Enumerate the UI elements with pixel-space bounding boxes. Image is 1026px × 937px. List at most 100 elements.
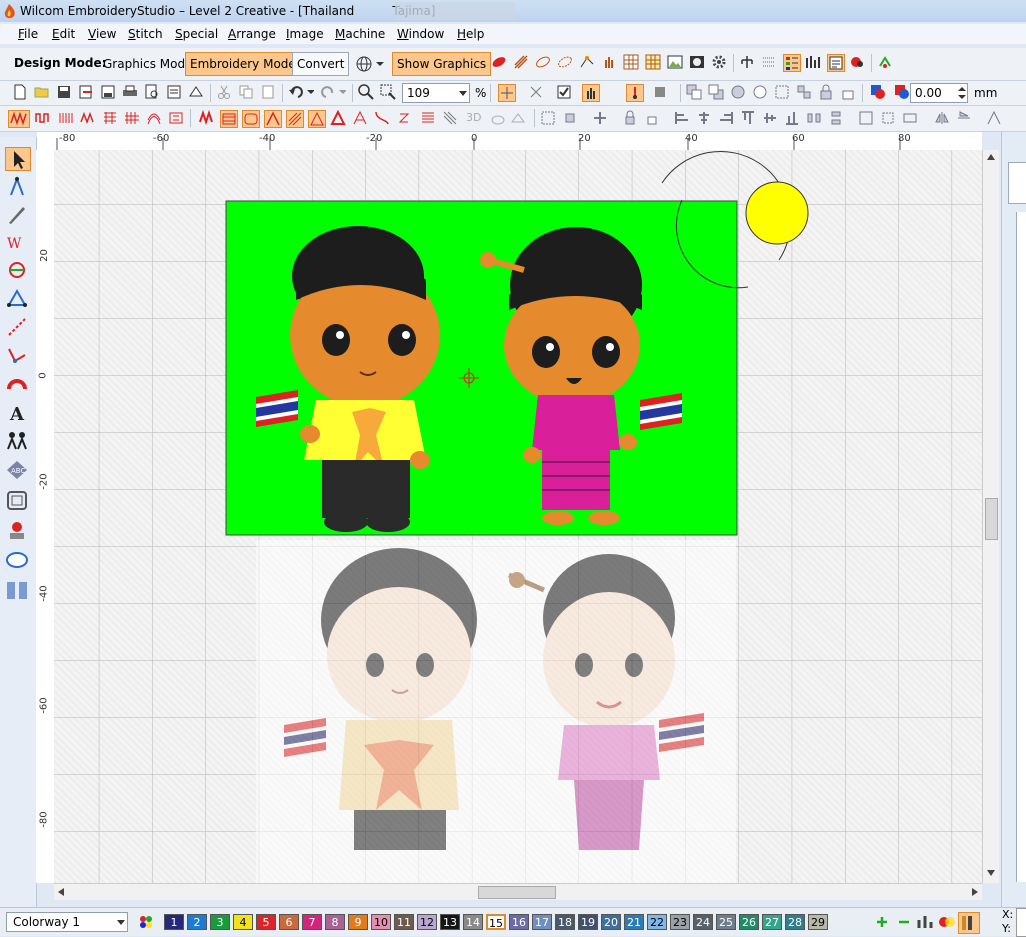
polyline-icon[interactable] — [5, 343, 29, 365]
menu-special[interactable]: Special — [175, 27, 218, 41]
menu-edit[interactable]: Edit — [52, 27, 75, 41]
save-icon[interactable] — [56, 84, 72, 100]
align-1-icon[interactable] — [674, 110, 690, 126]
stitch-pattern-1-icon[interactable] — [8, 110, 30, 128]
color-swatch-17[interactable]: 17 — [532, 914, 552, 930]
ungroup-icon[interactable] — [796, 84, 812, 100]
color-swatch-1[interactable]: 1 — [164, 914, 184, 930]
undo-icon[interactable] — [288, 84, 314, 100]
color-swatch-16[interactable]: 16 — [509, 914, 529, 930]
stitch-pattern-6-icon[interactable] — [124, 110, 140, 126]
vertical-scrollbar[interactable] — [982, 150, 999, 883]
outline-shape-icon[interactable] — [5, 287, 29, 309]
thread-chart-icon[interactable] — [916, 913, 934, 931]
align-3-icon[interactable] — [718, 110, 734, 126]
remove-color-icon[interactable] — [898, 916, 910, 928]
horizontal-scroll-thumb[interactable] — [478, 886, 556, 899]
menu-help[interactable]: Help — [457, 27, 484, 41]
unlock-small-icon[interactable] — [644, 110, 660, 126]
effect-4-icon[interactable] — [264, 110, 282, 128]
effect-11-icon[interactable] — [420, 110, 436, 126]
dots-grid-icon[interactable] — [761, 54, 777, 70]
pen-icon[interactable] — [5, 203, 29, 225]
export-icon[interactable] — [78, 84, 94, 100]
color-swatch-29[interactable]: 29 — [808, 914, 828, 930]
select-arrow-icon[interactable] — [5, 147, 31, 171]
menu-image[interactable]: Image — [286, 27, 324, 41]
docker-panel[interactable] — [1001, 132, 1026, 907]
align-2-icon[interactable] — [696, 110, 712, 126]
arrange-back-icon[interactable] — [708, 84, 724, 100]
size-1-icon[interactable] — [858, 110, 874, 126]
appliqué-icon[interactable] — [5, 259, 29, 281]
embroidery-mode-button[interactable]: Embroidery Mode — [185, 52, 301, 76]
ellipse-icon[interactable] — [5, 549, 29, 571]
copy-icon[interactable] — [238, 84, 254, 100]
effect-8-icon[interactable] — [352, 110, 368, 126]
color-swatch-8[interactable]: 8 — [325, 914, 345, 930]
sun-shape[interactable] — [745, 181, 809, 245]
offset-outline-icon[interactable] — [5, 489, 29, 511]
monogram-icon[interactable]: W — [5, 231, 29, 253]
transform-1-icon[interactable] — [540, 110, 556, 126]
distribute-2-icon[interactable] — [828, 110, 844, 126]
color-swatch-27[interactable]: 27 — [762, 914, 782, 930]
color-red-icon[interactable] — [870, 84, 886, 100]
color-swatch-12[interactable]: 12 — [417, 914, 437, 930]
measure-icon[interactable] — [652, 84, 668, 100]
split-icon[interactable] — [5, 579, 29, 601]
tatami-icon[interactable] — [513, 54, 529, 70]
zoom-box-icon[interactable] — [380, 84, 396, 100]
effect-9-icon[interactable] — [374, 110, 390, 126]
effect-10-icon[interactable] — [396, 110, 412, 126]
paste-icon[interactable] — [260, 84, 276, 100]
mirror-1-icon[interactable] — [934, 110, 950, 126]
mirror-2-icon[interactable] — [956, 110, 972, 126]
lettering-icon[interactable]: A — [5, 401, 29, 423]
outline-icon[interactable] — [557, 54, 573, 70]
line-icon[interactable] — [5, 315, 29, 337]
convert-button[interactable]: Convert — [292, 52, 350, 76]
cut-icon[interactable] — [216, 84, 232, 100]
lock-small-icon[interactable] — [622, 110, 638, 126]
color-swatch-5[interactable]: 5 — [256, 914, 276, 930]
menu-view[interactable]: View — [88, 27, 116, 41]
effect-5-icon[interactable] — [286, 110, 304, 128]
color-blend-icon[interactable] — [938, 913, 956, 931]
zoom-icon[interactable] — [358, 84, 374, 100]
production-sheet-icon[interactable] — [166, 84, 182, 100]
stitch-pattern-8-icon[interactable] — [168, 110, 184, 126]
3d-warp-icon[interactable] — [490, 110, 506, 126]
send-machine-icon[interactable] — [188, 84, 204, 100]
color-swatch-23[interactable]: 23 — [670, 914, 690, 930]
color-swatch-14[interactable]: 14 — [463, 914, 483, 930]
color-swatch-13[interactable]: 13 — [440, 914, 460, 930]
stamp-icon[interactable] — [5, 519, 29, 541]
open-folder-icon[interactable] — [34, 84, 50, 100]
show-grid-icon[interactable] — [498, 84, 516, 102]
color-swatch-7[interactable]: 7 — [302, 914, 322, 930]
palette-icon[interactable] — [138, 914, 154, 930]
color-swatch-25[interactable]: 25 — [716, 914, 736, 930]
menu-arrange[interactable]: Arrange — [228, 27, 276, 41]
align-4-icon[interactable] — [740, 110, 756, 126]
stitch-pattern-5-icon[interactable] — [102, 110, 118, 126]
hand-stitch-toggle-icon[interactable] — [582, 84, 600, 102]
photo-stitch-icon[interactable] — [689, 54, 705, 70]
snap-icon[interactable] — [528, 84, 544, 100]
menu-stitch[interactable]: Stitch — [128, 27, 163, 41]
arrange-front-icon[interactable] — [686, 84, 702, 100]
embroidery-design[interactable] — [225, 200, 738, 536]
unlock-icon[interactable] — [840, 84, 856, 100]
transform-3-icon[interactable] — [592, 110, 608, 126]
3d-bevel-icon[interactable] — [510, 110, 526, 126]
distribute-1-icon[interactable] — [806, 110, 822, 126]
stitch-pattern-2-icon[interactable] — [34, 110, 50, 126]
color-swatch-28[interactable]: 28 — [785, 914, 805, 930]
arc-icon[interactable] — [5, 371, 29, 393]
stitch-pattern-3-icon[interactable] — [58, 110, 74, 126]
color-swatch-6[interactable]: 6 — [279, 914, 299, 930]
properties-icon[interactable] — [827, 54, 845, 72]
color-swatch-4[interactable]: 4 — [233, 914, 253, 930]
checkbox-icon[interactable] — [556, 84, 572, 100]
